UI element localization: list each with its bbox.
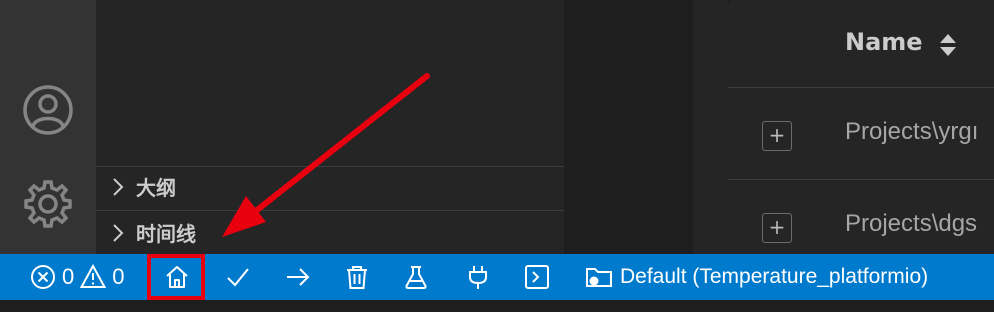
expand-button[interactable]: + xyxy=(762,121,792,151)
projects-table: Name + Projects\yrgı + Projects\dgs xyxy=(728,0,994,254)
table-row[interactable]: + Projects\dgs xyxy=(728,180,994,254)
environment-label: Default (Temperature_platformio) xyxy=(620,265,929,288)
section-outline-label: 大纲 xyxy=(136,176,176,200)
account-icon[interactable] xyxy=(20,82,76,138)
warning-icon xyxy=(80,264,107,288)
terminal-button[interactable] xyxy=(524,254,550,300)
terminal-icon xyxy=(525,265,549,289)
folder-env-icon xyxy=(586,268,612,287)
bottom-strip xyxy=(0,300,994,312)
sort-icon[interactable] xyxy=(939,32,957,58)
table-header[interactable]: Name xyxy=(728,0,994,88)
chevron-right-icon xyxy=(113,223,124,242)
row-name: Projects\dgs xyxy=(845,210,978,237)
section-outline[interactable]: 大纲 xyxy=(96,166,564,206)
editor-area xyxy=(564,0,693,254)
environment-switcher[interactable]: Default (Temperature_platformio) xyxy=(585,254,928,300)
expand-button[interactable]: + xyxy=(762,213,792,243)
flask-icon xyxy=(405,266,427,289)
gear-icon[interactable] xyxy=(20,176,76,232)
activity-bar xyxy=(0,0,96,254)
problems-indicator[interactable]: 0 0 xyxy=(30,254,131,300)
trash-icon xyxy=(347,266,367,289)
plug-icon xyxy=(469,266,487,289)
errors-count: 0 xyxy=(62,264,75,289)
arrow-right-icon xyxy=(287,268,310,286)
chevron-right-icon xyxy=(113,177,124,196)
clean-button[interactable] xyxy=(344,254,370,300)
annotation-highlight-box xyxy=(147,254,205,300)
row-name: Projects\yrgı xyxy=(845,118,979,145)
column-header-name: Name xyxy=(845,28,923,56)
side-panel: 大纲 时间线 xyxy=(96,0,564,254)
table-row[interactable]: + Projects\yrgı xyxy=(728,88,994,180)
error-icon xyxy=(31,265,55,289)
serial-monitor-button[interactable] xyxy=(465,254,491,300)
section-timeline[interactable]: 时间线 xyxy=(96,210,564,254)
upload-button[interactable] xyxy=(285,254,311,300)
test-button[interactable] xyxy=(403,254,429,300)
check-icon xyxy=(227,268,249,287)
panel-divider xyxy=(693,0,728,254)
warnings-count: 0 xyxy=(112,264,125,289)
section-timeline-label: 时间线 xyxy=(136,222,196,246)
build-button[interactable] xyxy=(225,254,251,300)
